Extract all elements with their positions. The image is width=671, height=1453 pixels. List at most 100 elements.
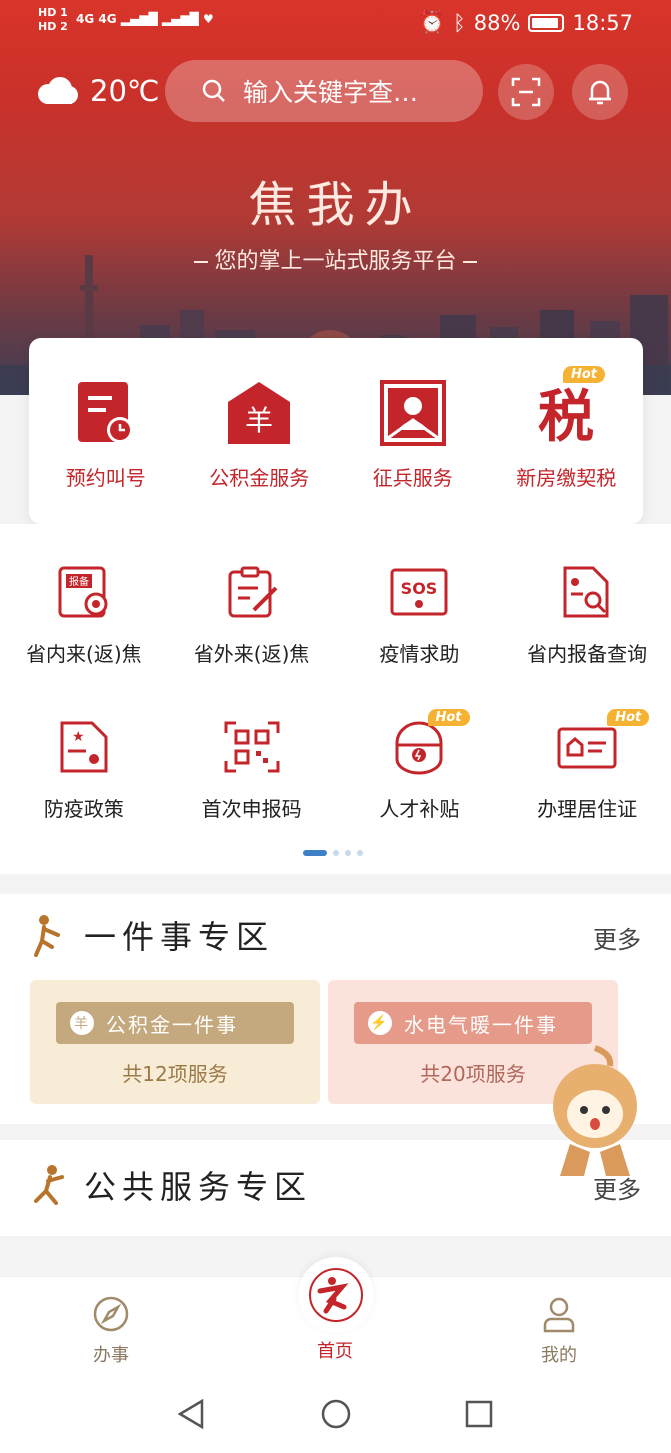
housing-fund-panel[interactable]: 羊 公积金一件事 共12项服务 — [30, 980, 320, 1104]
nav-home[interactable]: 首页 — [317, 1337, 353, 1363]
housing-fund-icon: 羊 — [228, 382, 291, 444]
section-title: 公共服务专区 — [30, 1162, 312, 1208]
bluetooth-icon: ᛒ — [453, 10, 466, 35]
network-label: 4G 4G — [76, 12, 117, 26]
svg-text:★: ★ — [72, 729, 85, 745]
service-conscription[interactable]: 征兵服务 — [336, 338, 490, 524]
battery-icon — [528, 13, 565, 32]
grid-label: 省内报备查询 — [527, 642, 648, 666]
grid-label: 人才补贴 — [379, 797, 460, 821]
service-label: 征兵服务 — [372, 466, 453, 490]
page-dot — [357, 850, 363, 856]
battery-percent: 88% — [473, 10, 521, 35]
panel-tag: ⚡ 水电气暖一件事 — [354, 1002, 592, 1044]
runner-icon — [34, 1165, 64, 1205]
qr-code-icon — [224, 721, 280, 773]
scan-button[interactable] — [498, 64, 554, 120]
user-icon — [543, 1297, 575, 1333]
svg-text:羊: 羊 — [245, 404, 273, 437]
signal-icon: ▂▄▆█ ▂▄▆█ ♥ — [120, 12, 214, 26]
notification-button[interactable] — [572, 64, 628, 120]
panel-count: 共20项服务 — [420, 1062, 526, 1086]
back-icon[interactable] — [176, 1398, 206, 1430]
svg-text:SOS: SOS — [401, 579, 438, 598]
panel-count: 共12项服务 — [122, 1062, 228, 1086]
section-title-text: 公共服务专区 — [84, 1168, 313, 1206]
home-logo[interactable] — [298, 1257, 374, 1333]
panel-tag: 羊 公积金一件事 — [56, 1002, 294, 1044]
utility-icon: ⚡ — [368, 1011, 392, 1035]
service-grid: 报备 省内来(返)焦 省外来(返)焦 SOS 疫情求助 省内报备查询 ★ 防疫政… — [0, 564, 671, 822]
search-icon — [202, 79, 225, 102]
cloud-icon — [38, 77, 78, 104]
grid-item-policy[interactable]: ★ 防疫政策 — [0, 719, 168, 822]
grid-item-report-query[interactable]: 省内报备查询 — [503, 564, 671, 667]
section-title-text: 一件事专区 — [84, 918, 275, 956]
grid-label: 疫情求助 — [379, 642, 460, 666]
app-subtitle-text: 您的掌上一站式服务平台 — [214, 249, 457, 274]
grid-item-talent-subsidy[interactable]: Hot 人才补贴 — [336, 709, 504, 822]
hot-badge: Hot — [562, 366, 605, 383]
document-search-icon — [563, 566, 609, 618]
home-system-icon[interactable] — [320, 1398, 352, 1430]
nav-label: 首页 — [317, 1341, 353, 1362]
nav-services[interactable]: 办事 — [92, 1295, 130, 1367]
service-housing-fund[interactable]: 羊 公积金服务 — [183, 338, 337, 524]
service-tax[interactable]: Hot 税 新房缴契税 — [490, 338, 644, 524]
status-bar: HD 1 HD 2 4G 4G ▂▄▆█ ▂▄▆█ ♥ ⏰ ᛒ 88% 18:5… — [0, 0, 671, 48]
panel-tag-text: 水电气暖一件事 — [404, 1012, 558, 1037]
sim2-label: HD 2 — [38, 20, 68, 33]
bottom-nav: 办事 首页 我的 — [0, 1257, 671, 1382]
home-logo-icon — [309, 1268, 363, 1322]
talent-subsidy-icon — [395, 721, 443, 775]
main-services-card: 预约叫号 羊 公积金服务 征兵服务 Hot 税 新房缴契税 — [29, 338, 643, 524]
panel-tag-text: 公积金一件事 — [106, 1012, 238, 1037]
service-label: 预约叫号 — [65, 466, 146, 490]
more-link[interactable]: 更多 — [593, 920, 641, 955]
grid-label: 防疫政策 — [43, 797, 124, 821]
mascot-assistant[interactable] — [540, 1044, 650, 1184]
grid-label: 办理居住证 — [537, 797, 638, 821]
status-right: ⏰ ᛒ 88% 18:57 — [419, 10, 633, 35]
clipboard-edit-icon — [228, 566, 278, 618]
temperature: 20℃ — [90, 74, 160, 108]
header-banner: HD 1 HD 2 4G 4G ▂▄▆█ ▂▄▆█ ♥ ⏰ ᛒ 88% 18:5… — [0, 0, 671, 395]
bell-icon — [589, 80, 611, 105]
service-label: 公积金服务 — [209, 466, 310, 490]
nav-profile[interactable]: 我的 — [540, 1295, 578, 1367]
weather-widget[interactable]: 20℃ — [34, 74, 159, 108]
network-signal: 4G 4G ▂▄▆█ ▂▄▆█ ♥ — [76, 12, 214, 26]
service-appointment[interactable]: 预约叫号 — [29, 338, 183, 524]
hot-badge: Hot — [607, 709, 650, 726]
grid-item-first-code[interactable]: 首次申报码 — [168, 719, 336, 822]
conscription-icon — [379, 380, 446, 446]
app-subtitle: 您的掌上一站式服务平台 — [0, 243, 671, 275]
nav-label: 办事 — [93, 1345, 129, 1366]
page-dot-active — [303, 850, 327, 856]
grid-item-out-province[interactable]: 省外来(返)焦 — [168, 564, 336, 667]
grid-item-in-province[interactable]: 报备 省内来(返)焦 — [0, 564, 168, 667]
clock: 18:57 — [572, 10, 633, 35]
runner-icon — [34, 915, 60, 957]
service-label: 新房缴契税 — [516, 466, 617, 490]
search-placeholder: 输入关键字查… — [243, 78, 419, 107]
nav-label: 我的 — [541, 1345, 577, 1366]
appointment-icon — [77, 382, 133, 443]
grid-item-epidemic-help[interactable]: SOS 疫情求助 — [336, 564, 504, 667]
search-input[interactable]: 输入关键字查… — [165, 60, 483, 122]
svg-text:税: 税 — [538, 385, 594, 446]
sim1-label: HD 1 — [38, 6, 68, 19]
recents-icon[interactable] — [464, 1399, 494, 1429]
page-dot — [333, 850, 339, 856]
svg-text:报备: 报备 — [69, 575, 89, 588]
sos-icon: SOS — [390, 568, 448, 616]
hot-badge: Hot — [427, 709, 470, 726]
sim-indicators: HD 1 HD 2 — [38, 6, 68, 34]
app-title: 焦我办 — [248, 177, 423, 233]
fund-icon: 羊 — [70, 1011, 94, 1035]
grid-label: 省内来(返)焦 — [26, 642, 142, 666]
scan-icon — [511, 77, 541, 107]
compass-icon — [93, 1296, 129, 1332]
report-icon: 报备 — [58, 566, 108, 618]
grid-item-residence-permit[interactable]: Hot 办理居住证 — [503, 709, 671, 822]
